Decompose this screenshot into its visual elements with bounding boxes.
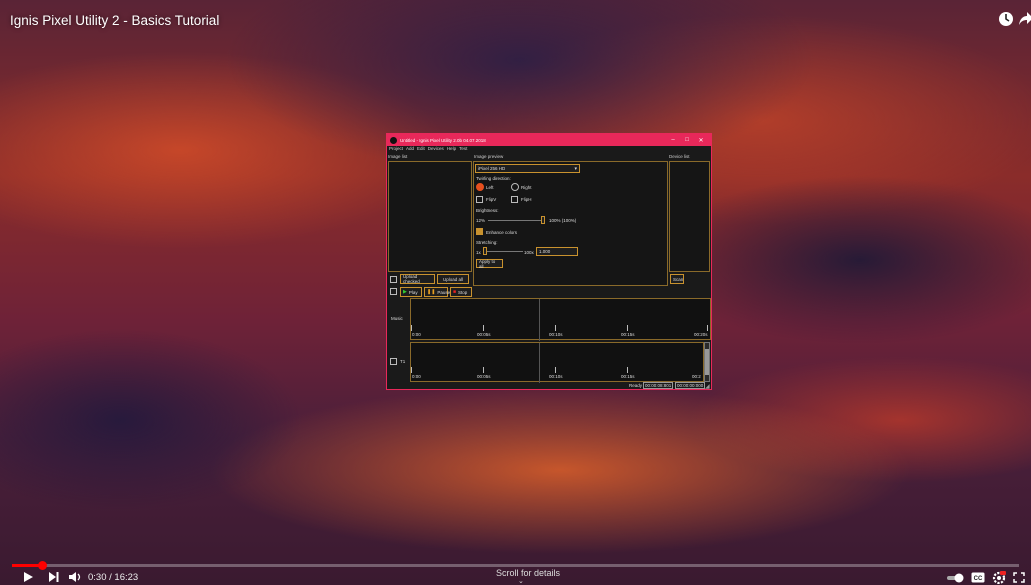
stretch-min: 1x	[476, 250, 481, 255]
radio-right-label: Right	[521, 185, 532, 190]
pause-icon: ❚❚	[427, 289, 436, 295]
radio-right[interactable]	[511, 183, 519, 191]
settings-icon[interactable]	[992, 571, 1006, 584]
window-title: Untitled - Ignis Pixel Utility 2.0b 04.0…	[400, 137, 486, 143]
video-title[interactable]: Ignis Pixel Utility 2 - Basics Tutorial	[10, 13, 219, 28]
image-list-label: Image list	[388, 154, 408, 159]
menu-edit[interactable]: Edit	[417, 146, 425, 152]
timeline-tick-label: 00:05s	[477, 374, 491, 379]
brightness-slider-handle[interactable]	[541, 216, 545, 224]
timeline-tick-label: 00:2	[692, 374, 701, 379]
stretch-input[interactable]: 1.000	[536, 247, 578, 256]
video-progress-bar[interactable]	[12, 561, 1019, 570]
chevron-down-icon[interactable]: ▾	[574, 166, 577, 172]
menu-project[interactable]: Project	[389, 146, 403, 152]
next-icon[interactable]	[48, 572, 59, 582]
stretch-slider[interactable]	[487, 251, 523, 252]
clock-icon[interactable]	[997, 10, 1015, 28]
video-progress-knob[interactable]	[38, 561, 48, 570]
resize-grip-icon[interactable]: ◢	[705, 383, 710, 390]
brightness-label: Brightness:	[476, 208, 499, 213]
stretch-max: 100x	[524, 250, 534, 255]
app-window: Untitled - Ignis Pixel Utility 2.0b 04.0…	[386, 133, 712, 390]
radio-left-label: Left	[486, 185, 494, 190]
flipv-checkbox[interactable]	[476, 196, 483, 203]
upload-checked-button[interactable]: Upload checked	[400, 274, 435, 284]
status-ready: Ready	[629, 383, 643, 388]
stop-button[interactable]: ■ Stop	[450, 287, 472, 297]
twirling-label: Twirling direction:	[476, 176, 511, 181]
chevron-down-icon[interactable]: ⌄	[518, 577, 524, 585]
timeline-tick-label: 00:20s	[694, 332, 708, 337]
maximize-icon[interactable]: □	[680, 137, 694, 143]
enhance-colors-checkbox[interactable]	[476, 228, 483, 235]
status-end: 00:00:00:000	[675, 382, 706, 389]
stop-label: Stop	[458, 289, 468, 295]
menu-help[interactable]: Help	[447, 146, 456, 152]
timeline-tick-label: 0:00	[412, 332, 421, 337]
upload-all-button[interactable]: Upload all	[437, 274, 469, 284]
timeline-tick-label: 0:00	[412, 374, 421, 379]
autoplay-toggle-icon[interactable]	[946, 573, 966, 583]
track1-label: T1	[400, 359, 406, 364]
pause-label: Pause	[437, 289, 451, 295]
device-list-label: Device list	[669, 154, 690, 159]
device-select[interactable]: iPixel 256 HD ▾	[475, 164, 580, 173]
scan-button[interactable]: Scan	[670, 274, 684, 284]
pause-button[interactable]: ❚❚ Pause	[424, 287, 451, 297]
cc-icon[interactable]: CC	[971, 572, 985, 583]
fliph-checkbox[interactable]	[511, 196, 518, 203]
radio-left[interactable]	[476, 183, 484, 191]
scroll-hint[interactable]: Scroll for details	[496, 568, 560, 578]
brightness-value: 100% (100%)	[549, 218, 577, 223]
play-icon: ▶	[403, 289, 407, 295]
scan-label: Scan	[673, 276, 684, 282]
track1-checkbox[interactable]	[390, 358, 397, 365]
upload-checked-label: Upload checked	[403, 274, 420, 284]
video-time: 0:30 / 16:23	[88, 572, 139, 583]
menu-test[interactable]: Test	[459, 146, 467, 152]
volume-icon[interactable]	[68, 571, 82, 583]
timeline-scrollbar[interactable]	[704, 342, 710, 382]
share-icon[interactable]	[1016, 10, 1031, 28]
music-track-label: Music	[391, 316, 403, 321]
brightness-slider[interactable]	[488, 220, 544, 221]
device-select-value: iPixel 256 HD	[478, 166, 506, 171]
timeline-tick-label: 00:15s	[621, 332, 635, 337]
stretch-input-value: 1.000	[539, 249, 551, 254]
timeline-tick-label: 00:10s	[549, 332, 563, 337]
image-preview-label: Image preview	[474, 154, 504, 159]
timeline-tick-label: 00:15s	[621, 374, 635, 379]
enhance-colors-label: Enhance colors	[486, 230, 518, 235]
fullscreen-icon[interactable]	[1013, 572, 1025, 583]
device-list[interactable]	[669, 161, 710, 272]
fliph-label: FlipH	[521, 197, 532, 202]
play-button[interactable]: ▶ Play	[400, 287, 422, 297]
svg-text:CC: CC	[974, 576, 983, 582]
stop-icon: ■	[453, 289, 457, 295]
play-icon[interactable]	[22, 571, 34, 583]
stretching-label: Stretching:	[476, 240, 498, 245]
track-toggle-checkbox[interactable]	[390, 288, 397, 295]
select-all-checkbox[interactable]	[390, 276, 397, 283]
brightness-min: 12%	[476, 218, 486, 223]
apply-all-button[interactable]: Apply to all	[476, 258, 503, 269]
menu-add[interactable]: Add	[406, 146, 414, 152]
menubar: Project Add Edit Devices Help Test	[387, 146, 711, 152]
track1-timeline[interactable]: 0:00 00:05s 00:10s 00:15s 00:2	[410, 342, 704, 383]
apply-all-label: Apply to all	[479, 258, 496, 269]
timeline-tick-label: 00:05s	[477, 332, 491, 337]
window-titlebar[interactable]: Untitled - Ignis Pixel Utility 2.0b 04.0…	[387, 134, 711, 146]
menu-devices[interactable]: Devices	[428, 146, 444, 152]
play-label: Play	[408, 289, 418, 295]
app-logo-icon	[390, 136, 397, 144]
upload-all-label: Upload all	[442, 276, 463, 282]
close-icon[interactable]: ✕	[694, 137, 708, 144]
timeline-tick-label: 00:10s	[549, 374, 563, 379]
image-list[interactable]	[388, 161, 472, 272]
minimize-icon[interactable]: –	[666, 137, 680, 143]
music-timeline[interactable]: 0:00 00:05s 00:10s 00:15s 00:20s	[410, 298, 711, 341]
status-position: 00:00:08:801	[643, 382, 674, 389]
flipv-label: FlipV	[486, 197, 497, 202]
